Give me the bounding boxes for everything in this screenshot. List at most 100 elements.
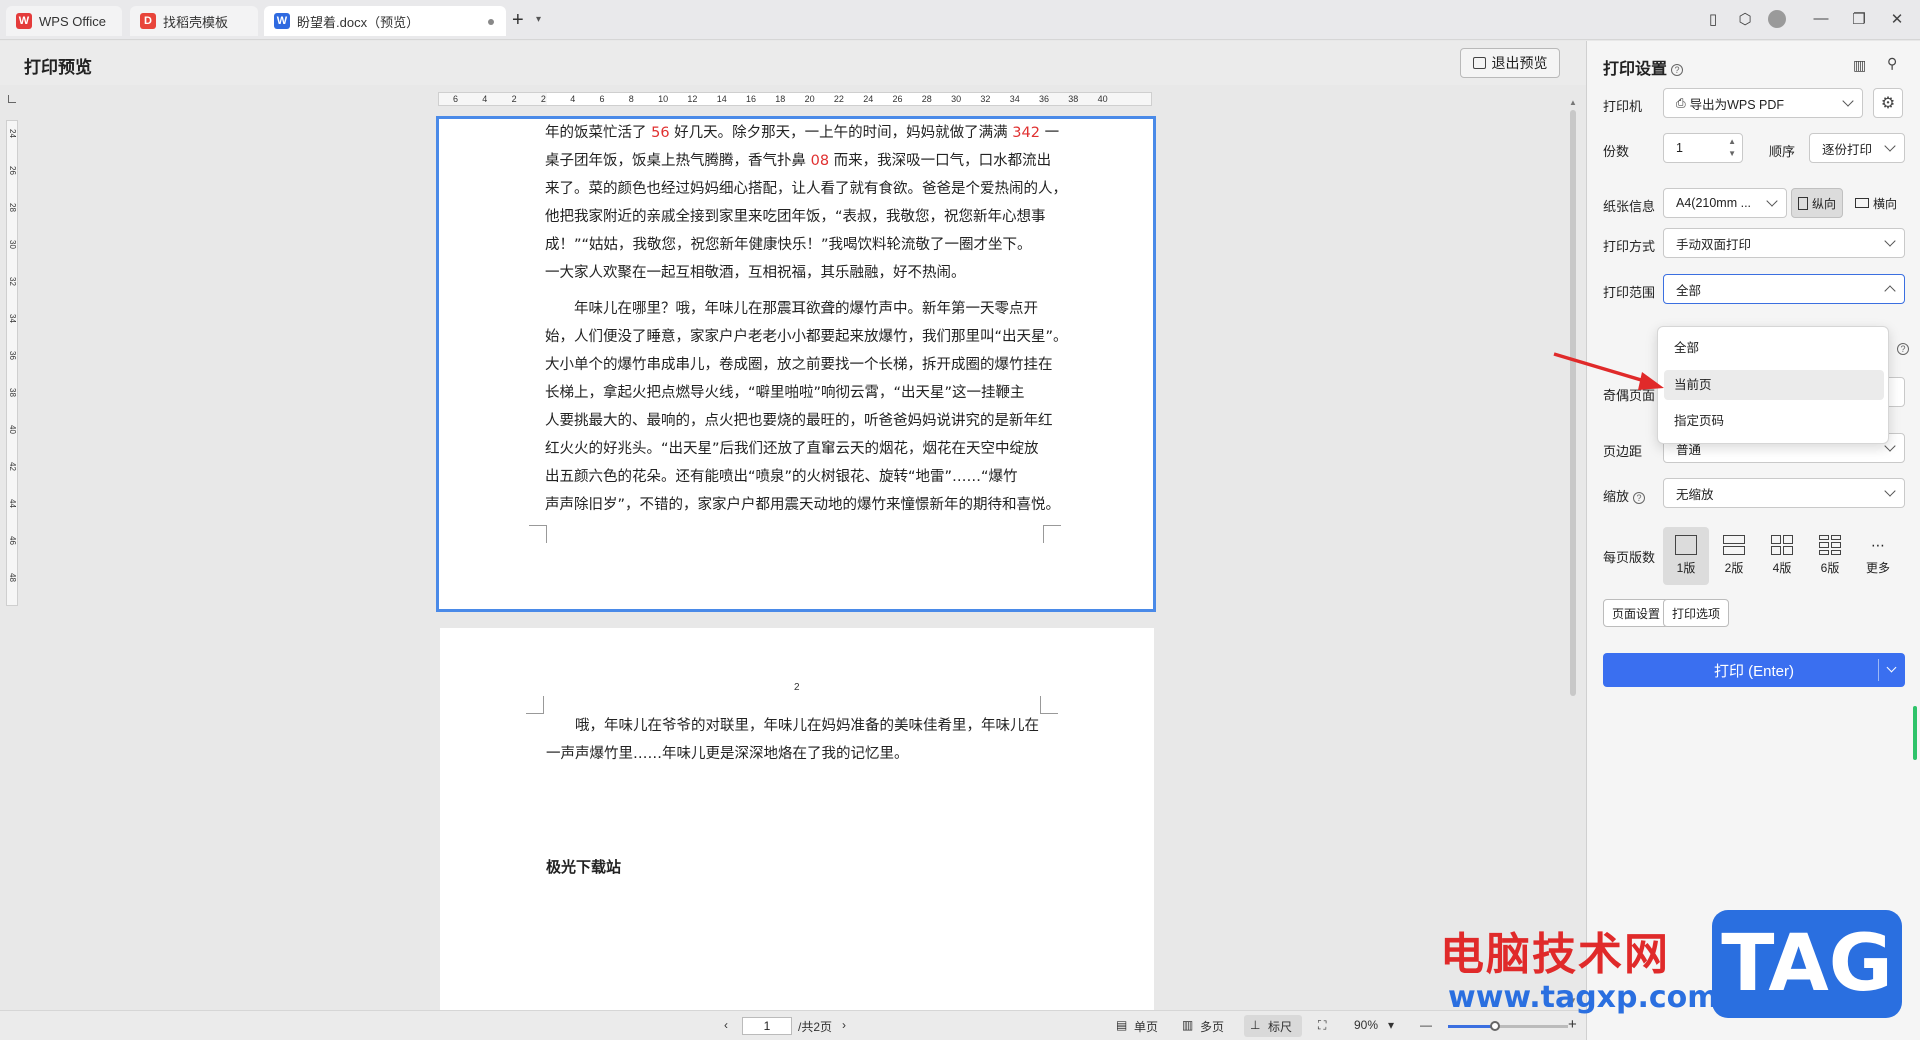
tab-docer-templates[interactable]: D 找稻壳模板 bbox=[130, 6, 258, 36]
chevron-down-icon[interactable] bbox=[1886, 662, 1897, 673]
exit-preview-button[interactable]: 退出预览 bbox=[1460, 48, 1560, 78]
zoom-dropdown-icon[interactable]: ▾ bbox=[1388, 1018, 1394, 1032]
increment-icon[interactable]: ▲ bbox=[1728, 137, 1736, 146]
tab-document-preview[interactable]: W 盼望着.docx（预览） bbox=[264, 6, 506, 36]
decrement-icon[interactable]: ▼ bbox=[1728, 149, 1736, 158]
ruler-tick-label: 6 bbox=[453, 94, 459, 104]
scale-select[interactable]: 无缩放 bbox=[1663, 478, 1905, 508]
prev-page-icon[interactable]: ‹ bbox=[724, 1018, 728, 1032]
zoom-in-icon[interactable]: + bbox=[1568, 1016, 1577, 1033]
ruler-tick-label: 10 bbox=[658, 94, 669, 104]
page-number-input[interactable]: 1 bbox=[742, 1017, 792, 1035]
print-mode-select[interactable]: 手动双面打印 bbox=[1663, 228, 1905, 258]
ruler-tick-label: 26 bbox=[8, 166, 17, 175]
help-icon[interactable]: ? bbox=[1671, 63, 1684, 76]
single-page-button[interactable]: 单页 bbox=[1134, 1018, 1158, 1035]
portrait-button[interactable]: 纵向 bbox=[1791, 188, 1844, 218]
layout-2-icon bbox=[1723, 535, 1745, 555]
portrait-icon bbox=[1798, 196, 1808, 210]
ruler-tick-label: 46 bbox=[8, 536, 17, 545]
zoom-slider-handle[interactable] bbox=[1490, 1021, 1500, 1031]
range-option-all[interactable]: 全部 bbox=[1664, 333, 1884, 363]
margin-label: 页边距 bbox=[1603, 444, 1643, 459]
side-accent-bar bbox=[1913, 706, 1917, 760]
paragraph-3: 哦，年味儿在爷爷的对联里，年味儿在妈妈准备的美味佳肴里，年味儿在 一声声爆竹里…… bbox=[546, 712, 1046, 768]
tab-wps-office[interactable]: W WPS Office bbox=[6, 6, 122, 36]
scroll-up-icon[interactable]: ▲ bbox=[1569, 98, 1577, 107]
avatar[interactable] bbox=[1766, 10, 1788, 32]
ruler-tick-label: 38 bbox=[1068, 94, 1079, 104]
layout-4-up[interactable]: 4版 bbox=[1759, 527, 1805, 585]
restore-icon[interactable]: ❐ bbox=[1848, 10, 1870, 28]
printer-icon: ⎙ bbox=[1676, 95, 1686, 110]
multi-page-button[interactable]: 多页 bbox=[1200, 1018, 1224, 1035]
text-line: 人要挑最大的、最响的，点火把也要烧的最旺的，听爸爸妈妈说讲究的是新年红 bbox=[545, 413, 1053, 429]
ruler-toggle-button[interactable]: 标尺 bbox=[1268, 1018, 1292, 1035]
ruler-tick-label: 8 bbox=[628, 94, 634, 104]
preview-header: 打印预览 退出预览 bbox=[0, 41, 1586, 85]
pin-icon[interactable]: ⚲ bbox=[1887, 55, 1897, 72]
multi-page-icon[interactable]: ▥ bbox=[1182, 1018, 1193, 1032]
order-select[interactable]: 逐份打印 bbox=[1809, 133, 1905, 163]
ruler-tick-label: 42 bbox=[8, 462, 17, 471]
print-range-select[interactable]: 全部 bbox=[1663, 274, 1905, 304]
cube-icon[interactable]: ⬡ bbox=[1734, 10, 1756, 28]
preview-page-2[interactable]: 2 哦，年味儿在爷爷的对联里，年味儿在妈妈准备的美味佳肴里，年味儿在 一声声爆竹… bbox=[440, 628, 1154, 1010]
horizontal-ruler[interactable]: 6 4 2 2 4 6 8 10 12 14 16 18 20 22 24 26 28 30 32 34 36 38 40 bbox=[438, 92, 1152, 106]
preview-page-1[interactable]: 年的饭菜忙活了 56 好几天。除夕那天，一上午的时间，妈妈就做了满满 342 一… bbox=[436, 116, 1156, 612]
range-option-specific-pages[interactable]: 指定页码 bbox=[1664, 406, 1884, 436]
signature-text: 极光下载站 bbox=[546, 858, 622, 876]
text-line: 他把我家附近的亲戚全接到家里来吃团年饭，“表叔，我敬您，祝您新年心想事 bbox=[545, 209, 1046, 225]
print-button[interactable]: 打印 (Enter) bbox=[1603, 653, 1905, 687]
zoom-slider-fill bbox=[1448, 1025, 1496, 1028]
paper-select[interactable]: A4(210mm ... bbox=[1663, 188, 1787, 218]
ruler-icon[interactable]: ⊥ bbox=[1250, 1018, 1260, 1032]
vertical-ruler[interactable]: 24 26 28 30 32 34 36 38 40 42 44 46 48 bbox=[6, 120, 18, 606]
paragraph-2: 年味儿在哪里？哦，年味儿在那震耳欲聋的爆竹声中。新年第一天零点开 始，人们便没了… bbox=[545, 295, 1068, 519]
ruler-tick-label: 28 bbox=[8, 203, 17, 212]
landscape-button[interactable]: 横向 bbox=[1849, 188, 1903, 218]
layout-1-up[interactable]: 1版 bbox=[1663, 527, 1709, 585]
docer-icon: D bbox=[140, 13, 156, 29]
layout-6-up[interactable]: 6版 bbox=[1807, 527, 1853, 585]
help-icon[interactable]: ? bbox=[1633, 491, 1646, 504]
zoom-level[interactable]: 90% bbox=[1354, 1018, 1378, 1032]
printer-settings-gear-icon[interactable]: ⚙ bbox=[1873, 88, 1903, 118]
range-option-current-page[interactable]: 当前页 bbox=[1664, 370, 1884, 400]
print-options-button[interactable]: 打印选项 bbox=[1663, 599, 1730, 627]
new-tab-plus-icon[interactable]: + bbox=[512, 10, 524, 30]
unsaved-dot-icon[interactable] bbox=[488, 19, 494, 25]
panel-layout-icon[interactable]: ▥ bbox=[1853, 57, 1866, 74]
text-line: 红火火的好兆头。“出天星”后我们还放了直窜云天的烟花，烟花在天空中绽放 bbox=[545, 441, 1039, 457]
minimize-icon[interactable]: — bbox=[1810, 10, 1832, 27]
exit-icon bbox=[1472, 57, 1486, 69]
zoom-out-icon[interactable]: — bbox=[1420, 1018, 1432, 1032]
ruler-tick-label: 2 bbox=[511, 94, 517, 104]
ruler-tick-label: 30 bbox=[8, 240, 17, 249]
layout-more[interactable]: ⋯ 更多 bbox=[1855, 527, 1901, 585]
chevron-down-icon[interactable]: ▾ bbox=[536, 14, 541, 25]
help-icon[interactable]: ? bbox=[1897, 343, 1909, 355]
close-icon[interactable]: ✕ bbox=[1886, 10, 1908, 28]
ruler-tick-label: 34 bbox=[8, 314, 17, 323]
panel-title: 打印设置? bbox=[1603, 55, 1684, 79]
page-setup-button[interactable]: 页面设置 bbox=[1603, 599, 1670, 627]
layout-icon[interactable]: ▯ bbox=[1702, 10, 1724, 28]
print-settings-panel: 打印设置? ▥ ⚲ 打印机 ⎙ 导出为WPS PDF ⚙ 份数 1 ▲ ▼ 顺序… bbox=[1586, 41, 1920, 1040]
ruler-tick-label: 4 bbox=[482, 94, 488, 104]
corner-mark bbox=[526, 696, 544, 714]
ruler-tick-label: 24 bbox=[8, 129, 17, 138]
ruler-tick-label: 18 bbox=[775, 94, 786, 104]
layout-4-icon bbox=[1771, 535, 1793, 555]
layout-2-up[interactable]: 2版 bbox=[1711, 527, 1757, 585]
ruler-tick-label: 24 bbox=[863, 94, 874, 104]
preview-scrollbar[interactable] bbox=[1570, 110, 1576, 696]
text-line: 桌子团年饭，饭桌上热气腾腾，香气扑鼻 08 而来，我深吸一口气，口水都流出 bbox=[545, 153, 1052, 169]
next-page-icon[interactable]: › bbox=[842, 1018, 846, 1032]
print-mode-label: 打印方式 bbox=[1603, 239, 1656, 254]
printer-select[interactable]: ⎙ 导出为WPS PDF bbox=[1663, 88, 1863, 118]
paper-label: 纸张信息 bbox=[1603, 199, 1656, 214]
copies-input[interactable]: 1 ▲ ▼ bbox=[1663, 133, 1743, 163]
single-page-icon[interactable]: ▤ bbox=[1116, 1018, 1127, 1032]
fit-page-icon[interactable]: ⛶ bbox=[1318, 1018, 1326, 1033]
